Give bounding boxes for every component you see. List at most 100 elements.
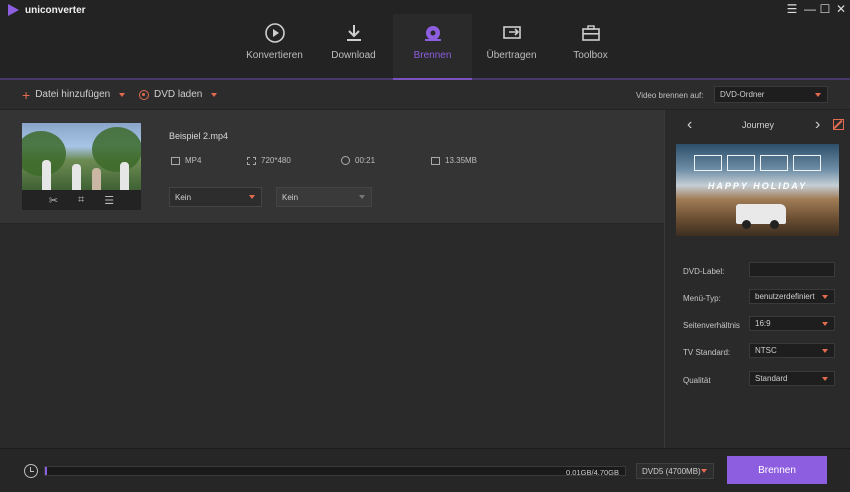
load-dvd-button[interactable]: DVD laden (139, 89, 218, 100)
convert-icon (264, 23, 285, 43)
duration-value: 00:21 (355, 156, 376, 165)
template-name: Journey (741, 120, 775, 130)
tv-standard-select[interactable]: NTSC (749, 343, 835, 358)
chevron-down-icon (701, 469, 707, 473)
template-panel: ‹ Journey › HAPPY HOLIDAY DVD-Label: Men… (664, 110, 850, 448)
film-icon (171, 156, 180, 165)
chevron-down-icon (822, 321, 828, 326)
chevron-down-icon (822, 294, 828, 299)
capacity-fill (45, 467, 47, 475)
aspect-label: Seitenverhältnis (683, 321, 740, 330)
tab-uebertragen[interactable]: Übertragen (472, 14, 551, 80)
sliders-icon[interactable]: ☰ (104, 194, 114, 207)
menu-type-label: Menü-Typ: (683, 294, 721, 303)
chevron-down-icon (359, 195, 365, 199)
tv-standard-label: TV Standard: (683, 348, 731, 357)
tab-label: Konvertieren (246, 50, 303, 61)
menu-type-select[interactable]: benutzerdefiniert (749, 289, 835, 304)
car-image (736, 204, 786, 229)
thumbnail-detail (72, 164, 81, 190)
aspect-select[interactable]: 16:9 (749, 316, 835, 331)
alarm-clock-icon[interactable] (24, 464, 38, 478)
tab-label: Toolbox (573, 50, 608, 61)
bottom-bar: 0.01GB/4.70GB DVD5 (4700MB) Brennen (0, 448, 850, 492)
burn-button[interactable]: Brennen (727, 456, 827, 484)
add-file-button[interactable]: + Datei hinzufügen (22, 86, 126, 103)
minimize-button[interactable]: — (802, 2, 818, 16)
subtitle-value: Kein (282, 193, 299, 202)
tab-label: Download (331, 50, 376, 61)
list-item[interactable]: ✂ ⌗ ☰ Beispiel 2.mp4 MP4 720*480 00:21 1… (0, 110, 664, 224)
tab-download[interactable]: Download (314, 14, 393, 80)
transfer-icon (502, 26, 521, 39)
menu-type-value: benutzerdefiniert (755, 292, 815, 301)
chevron-down-icon (822, 348, 828, 353)
add-file-label: Datei hinzufügen (35, 89, 111, 100)
tab-toolbox[interactable]: Toolbox (551, 14, 630, 80)
audio-track-select[interactable]: Kein (169, 187, 262, 207)
resolution-value: 720*480 (261, 156, 291, 165)
file-list: ✂ ⌗ ☰ Beispiel 2.mp4 MP4 720*480 00:21 1… (0, 110, 664, 448)
file-name: Beispiel 2.mp4 (169, 131, 229, 141)
burn-target-label: Video brennen auf: (636, 91, 704, 100)
tab-label: Brennen (413, 50, 452, 61)
tab-brennen[interactable]: Brennen (393, 14, 472, 80)
tv-standard-value: NTSC (755, 346, 777, 355)
menu-icon[interactable]: ☰ (784, 2, 800, 16)
next-template-button[interactable]: › (815, 116, 820, 134)
chevron-down-icon (822, 376, 828, 381)
maximize-button[interactable]: ☐ (817, 2, 833, 16)
app-logo: uniconverter (8, 4, 86, 16)
size-value: 13.35MB (445, 156, 478, 165)
clock-icon (341, 156, 350, 165)
main-nav: Konvertieren Download Brennen Übertragen (235, 14, 630, 80)
audio-track-value: Kein (175, 193, 192, 202)
toolbox-icon (581, 25, 600, 41)
logo-icon (8, 4, 19, 16)
file-format: MP4 (171, 156, 201, 165)
app-title: uniconverter (25, 4, 86, 16)
folder-icon (431, 156, 440, 165)
close-button[interactable]: ✕ (833, 2, 849, 16)
quality-value: Standard (755, 374, 788, 383)
chevron-down-icon (211, 92, 218, 97)
thumbnail-tools: ✂ ⌗ ☰ (22, 190, 141, 210)
aspect-value: 16:9 (755, 319, 771, 328)
frame-placeholder (760, 155, 788, 171)
preview-frames (694, 155, 821, 171)
thumbnail-detail (92, 127, 141, 172)
disc-icon (139, 89, 149, 100)
crop-icon[interactable]: ⌗ (78, 194, 84, 207)
subtitle-select[interactable]: Kein (276, 187, 372, 207)
load-dvd-label: DVD laden (154, 89, 203, 100)
quality-select[interactable]: Standard (749, 371, 835, 386)
file-size: 13.35MB (431, 156, 477, 165)
thumbnail-detail (92, 168, 101, 190)
burn-target-value: DVD-Ordner (720, 90, 765, 99)
preview-title: HAPPY HOLIDAY (707, 181, 808, 191)
frame-placeholder (694, 155, 722, 171)
file-duration: 00:21 (341, 156, 375, 165)
download-icon (346, 25, 361, 41)
plus-icon: + (22, 86, 31, 103)
disc-type-select[interactable]: DVD5 (4700MB) (636, 463, 714, 479)
frame-placeholder (727, 155, 755, 171)
disc-capacity-bar: 0.01GB/4.70GB (44, 466, 626, 477)
burn-target-select[interactable]: DVD-Ordner (714, 86, 828, 103)
thumbnail-detail (42, 160, 51, 190)
tab-label: Übertragen (486, 50, 537, 61)
dvd-label-input[interactable] (749, 262, 835, 277)
dvd-label-label: DVD-Label: (683, 267, 725, 276)
quality-label: Qualität (683, 376, 711, 385)
chevron-down-icon (119, 92, 126, 97)
video-thumbnail[interactable] (22, 123, 141, 190)
file-resolution: 720*480 (247, 156, 291, 165)
scissors-icon[interactable]: ✂ (49, 194, 58, 207)
template-preview[interactable]: HAPPY HOLIDAY (676, 144, 839, 236)
tab-konvertieren[interactable]: Konvertieren (235, 14, 314, 80)
edit-icon[interactable] (833, 119, 844, 130)
chevron-down-icon (249, 195, 255, 199)
capacity-text: 0.01GB/4.70GB (566, 468, 619, 477)
chevron-down-icon (815, 92, 821, 97)
thumbnail-detail (120, 162, 129, 190)
